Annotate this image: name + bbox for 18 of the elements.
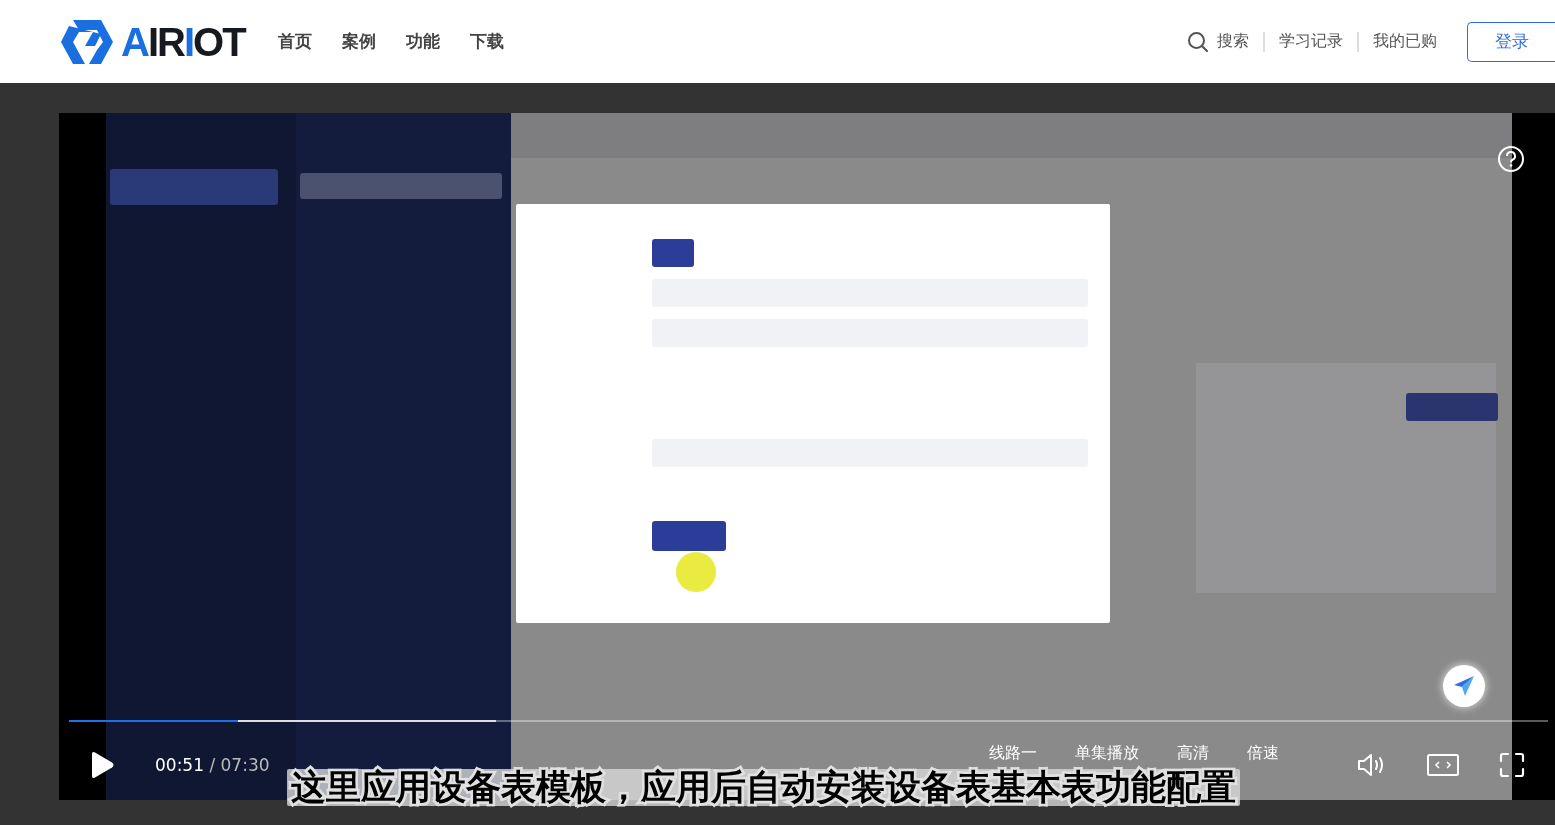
widescreen-icon[interactable] <box>1427 754 1459 776</box>
help-icon[interactable] <box>1497 145 1525 173</box>
header-link[interactable]: 学习记录 <box>1279 31 1343 52</box>
paper-plane-icon <box>1452 674 1476 698</box>
play-button[interactable] <box>89 751 115 779</box>
search-icon[interactable] <box>1187 30 1209 53</box>
nav-link[interactable]: 首页 <box>277 30 312 53</box>
time-display: 00:51 / 07:30 <box>155 755 270 775</box>
login-button[interactable]: 登录 <box>1467 21 1555 62</box>
logo-icon <box>59 17 115 66</box>
logo-text: AIRIOT <box>121 21 247 62</box>
subtitle: 这里应用设备表模板，应用后自动安装设备表基本表功能配置 <box>287 769 1240 806</box>
fullscreen-icon[interactable] <box>1499 752 1525 778</box>
search-link[interactable]: 搜索 <box>1217 31 1249 52</box>
header-link[interactable]: 我的已购 <box>1373 31 1437 52</box>
nav-link[interactable]: 功能 <box>405 30 440 53</box>
nav-link[interactable]: 案例 <box>341 30 376 53</box>
nav-link[interactable]: 下载 <box>469 30 504 53</box>
